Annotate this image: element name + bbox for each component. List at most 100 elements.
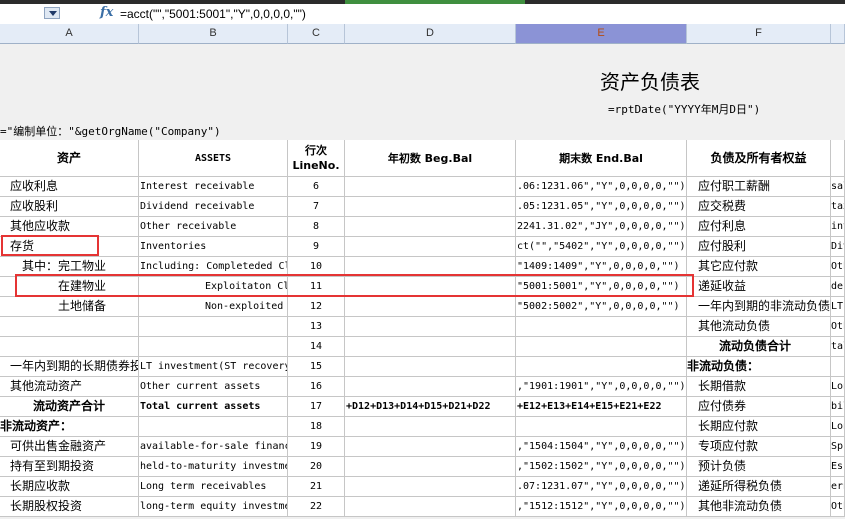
cell-c-row-13[interactable]: 18 (288, 417, 345, 437)
cell-d-row-15[interactable] (345, 457, 516, 477)
cell-g-row-16[interactable]: ern (831, 477, 845, 497)
cell-f-row-9[interactable]: 流动负债合计 (687, 337, 831, 357)
cell-c-row-1[interactable]: 6 (288, 177, 345, 197)
cell-c-row-9[interactable]: 14 (288, 337, 345, 357)
cell-a-row-7[interactable]: 土地储备 (0, 297, 139, 317)
cell-e-row-16[interactable]: .07:1231.07","Y",0,0,0,0,"") (516, 477, 687, 497)
report-title[interactable]: 资产负债表 (600, 66, 700, 95)
cell-b-row-9[interactable] (139, 337, 288, 357)
cell-f-row-17[interactable]: 其他非流动负债 (687, 497, 831, 517)
cell-f-row-11[interactable]: 长期借款 (687, 377, 831, 397)
cell-e-row-1[interactable]: .06:1231.06","Y",0,0,0,0,"") (516, 177, 687, 197)
cell-c-row-8[interactable]: 13 (288, 317, 345, 337)
cell-b-row-15[interactable]: held-to-maturity investme (139, 457, 288, 477)
cell-b-row-8[interactable] (139, 317, 288, 337)
cell-a-row-2[interactable]: 应收股利 (0, 197, 139, 217)
cell-g-row-8[interactable]: Oth (831, 317, 845, 337)
cell-g-row-14[interactable]: Sp (831, 437, 845, 457)
cell-a-row-8[interactable] (0, 317, 139, 337)
column-header-a[interactable]: A (0, 24, 139, 44)
cell-g-row-10[interactable] (831, 357, 845, 377)
cell-e-row-13[interactable] (516, 417, 687, 437)
cell-d-row-3[interactable] (345, 217, 516, 237)
cell-g-row-5[interactable]: Oth (831, 257, 845, 277)
column-header-f[interactable]: F (687, 24, 831, 44)
cell-b-row-17[interactable]: long-term equity investme (139, 497, 288, 517)
cell-b-row-3[interactable]: Other receivable (139, 217, 288, 237)
cell-c-row-16[interactable]: 21 (288, 477, 345, 497)
header-beg-bal[interactable]: 年初数 Beg.Bal (345, 140, 516, 177)
cell-a-row-16[interactable]: 长期应收款 (0, 477, 139, 497)
cell-a-row-15[interactable]: 持有至到期投资 (0, 457, 139, 477)
cell-a-row-13[interactable]: 非流动资产： (0, 417, 139, 437)
column-header-e[interactable]: E (516, 24, 687, 44)
cell-g-row-12[interactable]: bil (831, 397, 845, 417)
cell-g-row-11[interactable]: Lon (831, 377, 845, 397)
cell-d-row-14[interactable] (345, 437, 516, 457)
cell-d-row-12[interactable]: +D12+D13+D14+D15+D21+D22 (345, 397, 516, 417)
cell-d-row-9[interactable] (345, 337, 516, 357)
cell-e-row-2[interactable]: .05:1231.05","Y",0,0,0,0,"") (516, 197, 687, 217)
cell-a-row-11[interactable]: 其他流动资产 (0, 377, 139, 397)
cell-e-row-4[interactable]: ct("","5402","Y",0,0,0,0,"") (516, 237, 687, 257)
cell-d-row-1[interactable] (345, 177, 516, 197)
column-header-b[interactable]: B (139, 24, 288, 44)
cell-f-row-1[interactable]: 应付职工薪酬 (687, 177, 831, 197)
cell-d-row-7[interactable] (345, 297, 516, 317)
cell-a-row-1[interactable]: 应收利息 (0, 177, 139, 197)
formula-input[interactable]: =acct("","5001:5001","Y",0,0,0,0,"") (120, 7, 306, 21)
cell-g-row-15[interactable]: Es (831, 457, 845, 477)
cell-f-row-5[interactable]: 其它应付款 (687, 257, 831, 277)
cell-d-row-16[interactable] (345, 477, 516, 497)
header-assets-en[interactable]: ASSETS (139, 140, 288, 177)
column-header-d[interactable]: D (345, 24, 516, 44)
cell-g-row-2[interactable]: tax (831, 197, 845, 217)
cell-b-row-10[interactable]: LT investment(ST recovery (139, 357, 288, 377)
cell-b-row-1[interactable]: Interest receivable (139, 177, 288, 197)
cell-f-row-12[interactable]: 应付债券 (687, 397, 831, 417)
column-header-g[interactable] (831, 24, 845, 44)
cell-a-row-10[interactable]: 一年内到期的长期债券投 (0, 357, 139, 377)
cell-b-row-13[interactable] (139, 417, 288, 437)
cell-f-row-16[interactable]: 递延所得税负债 (687, 477, 831, 497)
cell-f-row-8[interactable]: 其他流动负债 (687, 317, 831, 337)
cell-c-row-11[interactable]: 16 (288, 377, 345, 397)
cell-c-row-10[interactable]: 15 (288, 357, 345, 377)
cell-c-row-2[interactable]: 7 (288, 197, 345, 217)
cell-b-row-4[interactable]: Inventories (139, 237, 288, 257)
cell-b-row-16[interactable]: Long term receivables (139, 477, 288, 497)
column-header-c[interactable]: C (288, 24, 345, 44)
report-unit-formula[interactable]: ="编制单位："&getOrgName("Company") (0, 123, 221, 139)
cell-e-row-10[interactable] (516, 357, 687, 377)
cell-d-row-10[interactable] (345, 357, 516, 377)
header-liabilities[interactable]: 负债及所有者权益 (687, 140, 831, 177)
cell-g-row-17[interactable]: Oth (831, 497, 845, 517)
cell-c-row-7[interactable]: 12 (288, 297, 345, 317)
cell-g-row-7[interactable]: LT (831, 297, 845, 317)
cell-b-row-12[interactable]: Total current assets (139, 397, 288, 417)
cell-e-row-9[interactable] (516, 337, 687, 357)
cell-g-row-4[interactable]: Div (831, 237, 845, 257)
cell-e-row-15[interactable]: ,"1502:1502","Y",0,0,0,0,"") (516, 457, 687, 477)
cell-e-row-12[interactable]: +E12+E13+E14+E15+E21+E22 (516, 397, 687, 417)
cell-f-row-3[interactable]: 应付利息 (687, 217, 831, 237)
cell-f-row-6[interactable]: 递延收益 (687, 277, 831, 297)
cell-g-row-9[interactable]: tal (831, 337, 845, 357)
cell-c-row-17[interactable]: 22 (288, 497, 345, 517)
header-extra-cell[interactable] (831, 140, 845, 177)
worksheet-area[interactable]: 资产负债表 =rptDate("YYYY年M月D日") ="编制单位："&get… (0, 44, 845, 519)
cell-f-row-13[interactable]: 长期应付款 (687, 417, 831, 437)
cell-d-row-17[interactable] (345, 497, 516, 517)
cell-b-row-2[interactable]: Dividend receivable (139, 197, 288, 217)
cell-c-row-14[interactable]: 19 (288, 437, 345, 457)
cell-b-row-11[interactable]: Other current assets (139, 377, 288, 397)
cell-f-row-2[interactable]: 应交税费 (687, 197, 831, 217)
cell-f-row-10[interactable]: 非流动负债： (687, 357, 831, 377)
cell-g-row-6[interactable]: def (831, 277, 845, 297)
cell-e-row-11[interactable]: ,"1901:1901","Y",0,0,0,0,"") (516, 377, 687, 397)
cell-g-row-3[interactable]: int (831, 217, 845, 237)
name-box-dropdown[interactable] (44, 7, 60, 19)
cell-e-row-8[interactable] (516, 317, 687, 337)
cell-a-row-17[interactable]: 长期股权投资 (0, 497, 139, 517)
cell-f-row-4[interactable]: 应付股利 (687, 237, 831, 257)
